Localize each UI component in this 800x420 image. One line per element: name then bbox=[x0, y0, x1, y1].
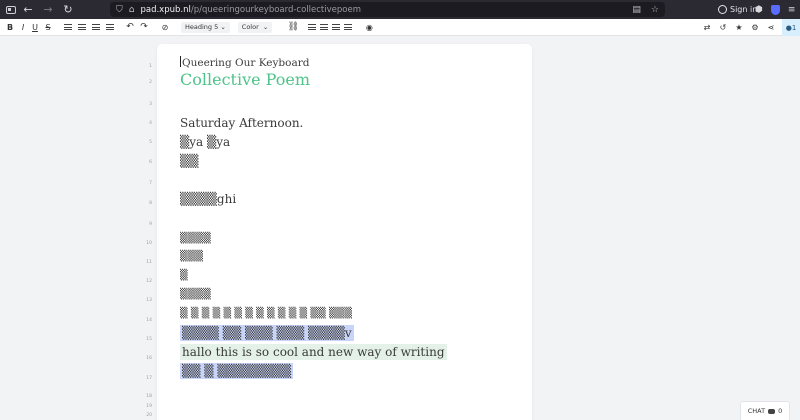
reload-icon[interactable]: ↻ bbox=[60, 0, 76, 19]
history-icon[interactable]: ↺ bbox=[715, 19, 731, 36]
align-right-icon[interactable] bbox=[330, 19, 342, 36]
align-justify-icon[interactable] bbox=[342, 19, 354, 36]
doc-subtitle-text: Queering Our Keyboard bbox=[182, 57, 310, 69]
doc-line[interactable]: ▒▒▒▒ghi bbox=[180, 192, 236, 206]
extensions-icon[interactable]: ⬢ bbox=[755, 5, 763, 15]
clear-format-icon[interactable]: ⊘ bbox=[157, 19, 173, 36]
line-number: 12 bbox=[146, 279, 152, 284]
line-number: 18 bbox=[146, 394, 152, 399]
import-export-icon[interactable]: ⇄ bbox=[699, 19, 715, 36]
line-number: 10 bbox=[146, 241, 152, 246]
line-number: 16 bbox=[146, 356, 152, 361]
line-number: 11 bbox=[146, 260, 152, 265]
account-icon bbox=[718, 5, 727, 14]
reader-icon[interactable]: ▤ bbox=[632, 5, 641, 15]
strikethrough-button[interactable]: S bbox=[41, 19, 55, 36]
url-bar[interactable]: ⛉ ⌂ pad.xpub.nl /p/queeringourkeyboard-c… bbox=[110, 2, 665, 17]
doc-line[interactable]: ▒▒ bbox=[180, 154, 198, 168]
heading-select[interactable]: Heading 5 ⌄ bbox=[181, 19, 230, 36]
undo-icon[interactable]: ↶ bbox=[123, 19, 137, 36]
star-icon[interactable]: ★ bbox=[731, 19, 747, 36]
browser-actions: ⬢ ≡ bbox=[755, 0, 795, 19]
author-highlight: ▒▒▒▒ ▒▒ ▒▒▒ ▒▒▒ ▒▒▒▒v bbox=[180, 325, 354, 341]
line-number: 4 bbox=[149, 121, 152, 126]
doc-subtitle[interactable]: Queering Our Keyboard bbox=[180, 56, 309, 69]
doc-line-highlighted[interactable]: ▒▒ ▒ ▒▒▒▒▒▒▒▒ bbox=[180, 363, 294, 379]
share-icon[interactable]: ⋖ bbox=[763, 19, 779, 36]
user-count: 1 bbox=[791, 23, 797, 32]
align-left-icon[interactable] bbox=[306, 19, 318, 36]
doc-title[interactable]: Collective Poem bbox=[180, 70, 310, 89]
editor-toolbar: B I U S ↶ ↷ ⊘ Heading 5 ⌄ Color ⌄ ⛓ ◉ ⇄ … bbox=[0, 19, 800, 36]
author-highlight: ▒▒ ▒ ▒▒▒▒▒▒▒▒ bbox=[180, 363, 294, 379]
color-select[interactable]: Color ⌄ bbox=[237, 19, 273, 36]
comment-icon[interactable]: ◉ bbox=[362, 19, 376, 36]
tab-icon[interactable] bbox=[6, 5, 16, 14]
doc-line[interactable]: ▒▒▒▒ bbox=[180, 289, 211, 300]
align-center-icon[interactable] bbox=[318, 19, 330, 36]
chevron-down-icon: ⌄ bbox=[220, 23, 226, 31]
line-number: 7 bbox=[149, 181, 152, 186]
doc-line-highlighted[interactable]: ▒▒▒▒ ▒▒ ▒▒▒ ▒▒▒ ▒▒▒▒v bbox=[180, 325, 354, 341]
line-number: 15 bbox=[146, 337, 152, 342]
chat-bubble-icon bbox=[768, 408, 776, 414]
menu-icon[interactable]: ≡ bbox=[788, 5, 796, 15]
doc-line-highlighted[interactable]: hallo this is so cool and new way of wri… bbox=[180, 344, 447, 360]
author-highlight: hallo this is so cool and new way of wri… bbox=[180, 344, 447, 360]
settings-icon[interactable]: ⚙ bbox=[747, 19, 763, 36]
shield-extension-icon[interactable] bbox=[770, 4, 780, 15]
line-number: 17 bbox=[146, 376, 152, 381]
shield-icon[interactable]: ⛉ bbox=[116, 5, 123, 15]
forward-arrow-icon[interactable]: → bbox=[40, 0, 56, 19]
text-cursor bbox=[180, 56, 181, 67]
outdent-icon[interactable] bbox=[103, 19, 117, 36]
line-number: 20 bbox=[146, 413, 152, 418]
ordered-list-icon[interactable] bbox=[75, 19, 89, 36]
doc-line[interactable]: ▒ ▒ ▒ ▒ ▒ ▒ ▒ ▒ ▒ ▒ ▒ ▒ ▒▒ ▒▒▒ bbox=[180, 308, 352, 319]
sign-in-label: Sign in bbox=[730, 5, 758, 14]
url-path: /p/queeringourkeyboard-collectivepoem bbox=[190, 4, 361, 15]
redo-icon[interactable]: ↷ bbox=[137, 19, 151, 36]
line-number: 3 bbox=[149, 102, 152, 107]
doc-line[interactable]: Saturday Afternoon. bbox=[180, 116, 303, 130]
line-number: 13 bbox=[146, 298, 152, 303]
chat-count: 0 bbox=[778, 407, 783, 415]
heading-select-value: Heading 5 bbox=[185, 23, 219, 31]
color-select-value: Color bbox=[241, 23, 259, 31]
bookmark-star-icon[interactable]: ☆ bbox=[651, 5, 659, 15]
line-number: 5 bbox=[149, 140, 152, 145]
line-number: 9 bbox=[149, 222, 152, 227]
line-number: 8 bbox=[149, 201, 152, 206]
doc-line[interactable]: ▒ya ▒ya bbox=[180, 135, 230, 149]
underline-button[interactable]: U bbox=[29, 19, 41, 36]
bold-button[interactable]: B bbox=[3, 19, 17, 36]
sign-in-button[interactable]: Sign in bbox=[718, 0, 757, 19]
line-number: 6 bbox=[149, 160, 152, 165]
line-number: 2 bbox=[149, 80, 152, 85]
italic-button[interactable]: I bbox=[17, 19, 29, 36]
lock-icon[interactable]: ⌂ bbox=[129, 5, 135, 15]
chat-button[interactable]: CHAT 0 bbox=[740, 401, 790, 420]
doc-line[interactable]: ▒▒▒ bbox=[180, 251, 203, 262]
chevron-down-icon: ⌄ bbox=[262, 23, 269, 31]
line-number: 14 bbox=[146, 318, 152, 323]
doc-line[interactable]: ▒ bbox=[180, 270, 188, 281]
link-icon[interactable]: ⛓ bbox=[286, 19, 300, 36]
users-button[interactable]: ● 1 bbox=[782, 19, 800, 36]
bullet-list-icon[interactable] bbox=[61, 19, 75, 36]
line-number: 19 bbox=[146, 404, 152, 409]
url-host: pad.xpub.nl bbox=[140, 4, 191, 15]
line-number: 1 bbox=[149, 64, 152, 69]
indent-icon[interactable] bbox=[89, 19, 103, 36]
chat-label: CHAT bbox=[747, 407, 766, 415]
doc-line[interactable]: ▒▒▒▒ bbox=[180, 233, 211, 244]
back-arrow-icon[interactable]: ← bbox=[20, 0, 36, 19]
